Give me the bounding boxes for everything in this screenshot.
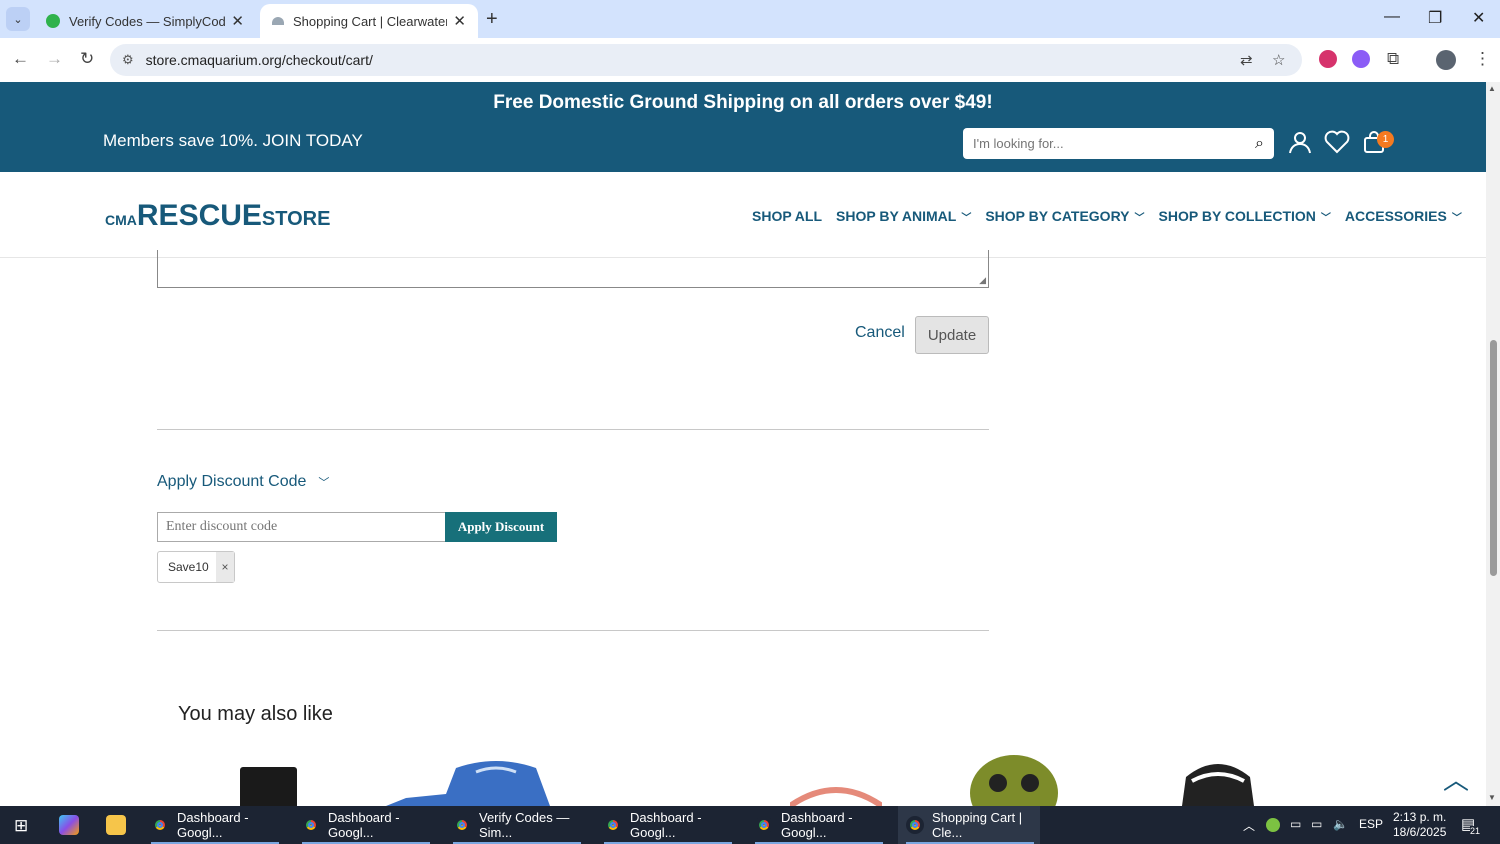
close-tab-icon[interactable]: ✕: [453, 12, 466, 30]
chevron-down-icon: ﹀: [1134, 212, 1145, 224]
chevron-down-icon: ﹀: [1451, 212, 1462, 224]
volume-icon[interactable]: 🔈: [1333, 817, 1348, 831]
tab-title: Verify Codes — SimplyCodes: [69, 13, 226, 29]
divider: [157, 429, 989, 430]
tab-title: Shopping Cart | Clearwater Mar: [293, 13, 448, 29]
applied-code-chip: Save10 ×: [157, 551, 235, 583]
back-icon[interactable]: ←: [12, 49, 29, 69]
tray-app-icon[interactable]: [1266, 818, 1280, 832]
minimize-icon[interactable]: —: [1384, 8, 1400, 26]
apply-discount-button[interactable]: Apply Discount: [445, 512, 557, 542]
language-indicator[interactable]: ESP: [1359, 817, 1383, 831]
meet-now-icon[interactable]: ▭: [1290, 817, 1301, 831]
windows-start-icon[interactable]: ⊞: [14, 816, 28, 836]
system-clock[interactable]: 2:13 p. m. 18/6/2025: [1393, 810, 1446, 840]
chrome-icon: [151, 816, 169, 834]
notification-count: 21: [1470, 826, 1481, 836]
scroll-up-arrow-icon[interactable]: ▲: [1488, 84, 1496, 93]
extension-purple-icon[interactable]: [1352, 50, 1370, 68]
recommendations-title: You may also like: [178, 703, 333, 725]
update-button[interactable]: Update: [915, 316, 989, 354]
browser-tab-bar: ⌄ Verify Codes — SimplyCodes ✕ Shopping …: [0, 0, 1500, 38]
product-image[interactable]: [1172, 757, 1264, 806]
apply-discount-label: Apply Discount Code: [157, 473, 307, 490]
gift-message-textarea[interactable]: ◢: [157, 250, 989, 288]
search-icon[interactable]: ⌕: [1255, 135, 1264, 153]
cart-count-badge: 1: [1377, 131, 1394, 148]
product-image[interactable]: [788, 786, 884, 809]
network-icon[interactable]: ▭: [1311, 817, 1322, 831]
nav-accessories[interactable]: ACCESSORIES ﹀: [1345, 208, 1462, 224]
extensions-puzzle-icon[interactable]: ⧉: [1387, 49, 1399, 69]
url-text: store.cmaquarium.org/checkout/cart/: [145, 52, 373, 68]
divider: [157, 630, 989, 631]
window-close-icon[interactable]: ✕: [1472, 8, 1485, 28]
members-join-link[interactable]: Members save 10%. JOIN TODAY: [103, 131, 363, 151]
cma-favicon-icon: [272, 17, 284, 25]
browser-tab-verify-codes[interactable]: Verify Codes — SimplyCodes ✕: [34, 4, 256, 38]
promo-header: Free Domestic Ground Shipping on all ord…: [0, 82, 1486, 172]
taskbar-chrome-window-active[interactable]: Shopping Cart | Cle...: [898, 806, 1040, 844]
extension-shield-icon[interactable]: [1319, 50, 1337, 68]
taskbar-chrome-window[interactable]: Dashboard - Googl...: [747, 806, 889, 844]
chevron-down-icon: ﹀: [318, 477, 330, 489]
scrollbar-thumb[interactable]: [1490, 340, 1497, 576]
chrome-icon: [755, 816, 773, 834]
product-image[interactable]: [386, 760, 550, 806]
apply-discount-toggle[interactable]: Apply Discount Code ﹀: [157, 473, 329, 491]
cma-rescue-store-logo[interactable]: CMA RESCUE STORE: [105, 199, 330, 233]
taskbar-chrome-window[interactable]: Verify Codes — Sim...: [445, 806, 587, 844]
translate-icon[interactable]: ⇄: [1240, 51, 1253, 69]
product-image[interactable]: [968, 753, 1060, 831]
product-image[interactable]: [240, 767, 297, 806]
tray-overflow-chevron-icon[interactable]: ︿: [1243, 817, 1255, 834]
tab-search-chevron-icon[interactable]: ⌄: [6, 7, 30, 31]
bookmark-star-icon[interactable]: ☆: [1272, 51, 1285, 69]
nav-shop-by-animal[interactable]: SHOP BY ANIMAL ﹀: [836, 208, 971, 224]
site-search: ⌕: [963, 128, 1274, 159]
nav-shop-by-collection[interactable]: SHOP BY COLLECTION ﹀: [1159, 208, 1331, 224]
windows-taskbar: ⊞ Dashboard - Googl... Dashboard - Googl…: [0, 806, 1500, 844]
search-input[interactable]: [973, 136, 1256, 151]
taskbar-chrome-window[interactable]: Dashboard - Googl...: [143, 806, 285, 844]
site-info-icon[interactable]: ⚙: [122, 52, 134, 68]
cancel-link[interactable]: Cancel: [855, 324, 905, 342]
profile-avatar-icon[interactable]: [1436, 50, 1456, 70]
forward-icon[interactable]: →: [46, 49, 63, 69]
copilot-icon[interactable]: [59, 815, 79, 835]
chevron-down-icon: ﹀: [961, 212, 972, 224]
browser-menu-icon[interactable]: ⋮: [1474, 49, 1491, 69]
reload-icon[interactable]: ↻: [80, 49, 94, 69]
chrome-icon: [604, 816, 622, 834]
file-explorer-icon[interactable]: [106, 815, 126, 835]
browser-toolbar: ← → ↻ ⚙ store.cmaquarium.org/checkout/ca…: [0, 38, 1500, 82]
close-tab-icon[interactable]: ✕: [231, 12, 244, 30]
chevron-down-icon: ﹀: [1320, 212, 1331, 224]
nav-shop-all[interactable]: SHOP ALL: [752, 208, 822, 224]
scroll-down-arrow-icon[interactable]: ▼: [1488, 793, 1496, 802]
new-tab-icon[interactable]: +: [486, 8, 498, 31]
address-bar[interactable]: ⚙ store.cmaquarium.org/checkout/cart/ ⇄ …: [110, 44, 1302, 76]
applied-code-label: Save10: [168, 560, 209, 574]
browser-tab-shopping-cart[interactable]: Shopping Cart | Clearwater Mar ✕: [260, 4, 478, 38]
chrome-icon: [453, 816, 471, 834]
free-shipping-banner: Free Domestic Ground Shipping on all ord…: [493, 92, 993, 113]
nav-shop-by-category[interactable]: SHOP BY CATEGORY ﹀: [985, 208, 1144, 224]
taskbar-chrome-window[interactable]: Dashboard - Googl...: [294, 806, 436, 844]
remove-code-button[interactable]: ×: [216, 552, 234, 582]
account-icon[interactable]: [1288, 130, 1312, 160]
wishlist-heart-icon[interactable]: [1324, 130, 1350, 160]
simplycodes-favicon-icon: [46, 14, 60, 28]
main-navigation: CMA RESCUE STORE SHOP ALL SHOP BY ANIMAL…: [0, 172, 1486, 258]
resize-handle-icon[interactable]: ◢: [979, 275, 986, 286]
taskbar-chrome-window[interactable]: Dashboard - Googl...: [596, 806, 738, 844]
chrome-icon: [302, 816, 320, 834]
chrome-icon: [906, 816, 924, 834]
restore-icon[interactable]: ❐: [1428, 8, 1442, 28]
discount-code-input[interactable]: [157, 512, 446, 542]
scroll-to-top-icon[interactable]: ︿: [1443, 760, 1469, 797]
